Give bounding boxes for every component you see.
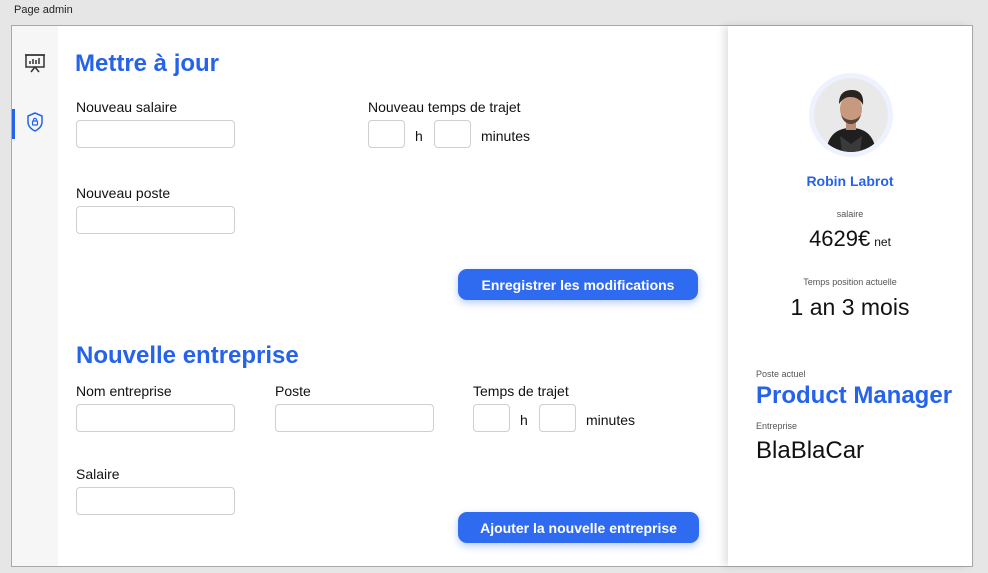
add-company-button[interactable]: Ajouter la nouvelle entreprise — [458, 512, 699, 543]
update-heading: Mettre à jour — [75, 50, 220, 77]
profile-panel: Robin Labrot salaire 4629€ net Temps posi… — [728, 26, 972, 566]
company-name: BlaBlaCar — [756, 437, 865, 464]
salary-label: Salaire — [76, 466, 120, 482]
profile-name: Robin Labrot — [806, 173, 894, 189]
shield-lock-icon — [26, 111, 44, 137]
minutes-unit: minutes — [481, 128, 531, 144]
save-changes-button[interactable]: Enregistrer les modifications — [458, 269, 698, 300]
app-frame: Mettre à jour Nouveau salaire Nouveau te… — [11, 25, 973, 567]
new-commute-hours-input[interactable] — [368, 120, 405, 148]
salary-caption: salaire — [836, 209, 864, 219]
new-position-input[interactable] — [76, 206, 235, 234]
tenure-caption: Temps position actuelle — [803, 277, 897, 287]
company-name-label: Nom entreprise — [76, 383, 172, 399]
salary-input[interactable] — [76, 487, 235, 515]
company-name-input[interactable] — [76, 404, 235, 432]
current-position: Product Manager — [756, 382, 953, 409]
sidebar-item-dashboard[interactable] — [12, 50, 58, 80]
salary-value: 4629€ — [809, 226, 871, 251]
commute-minutes-input[interactable] — [539, 404, 576, 432]
hours-unit: h — [415, 128, 423, 144]
current-job-card: Poste actuel Product Manager Entreprise … — [744, 356, 964, 476]
hours-unit: h — [520, 412, 528, 428]
tenure-value: 1 an 3 mois — [790, 294, 910, 320]
salary-unit: net — [874, 235, 891, 249]
commute-hours-input[interactable] — [473, 404, 510, 432]
window-title: Page admin — [14, 4, 73, 16]
new-commute-minutes-input[interactable] — [434, 120, 471, 148]
position-label: Poste — [275, 383, 311, 399]
salary-display: 4629€ net — [728, 226, 972, 252]
new-salary-input[interactable] — [76, 120, 235, 148]
sidebar-item-admin[interactable] — [12, 109, 58, 139]
company-caption: Entreprise — [756, 421, 798, 431]
presentation-chart-icon — [24, 53, 46, 78]
current-position-caption: Poste actuel — [756, 369, 806, 379]
new-company-heading: Nouvelle entreprise — [76, 342, 299, 369]
new-position-label: Nouveau poste — [76, 185, 171, 201]
commute-label: Temps de trajet — [473, 383, 569, 399]
minutes-unit: minutes — [586, 412, 636, 428]
avatar — [814, 78, 888, 152]
position-input[interactable] — [275, 404, 434, 432]
new-commute-label: Nouveau temps de trajet — [368, 99, 521, 115]
new-salary-label: Nouveau salaire — [76, 99, 178, 115]
sidebar — [12, 26, 58, 566]
main-content: Mettre à jour Nouveau salaire Nouveau te… — [58, 26, 728, 566]
